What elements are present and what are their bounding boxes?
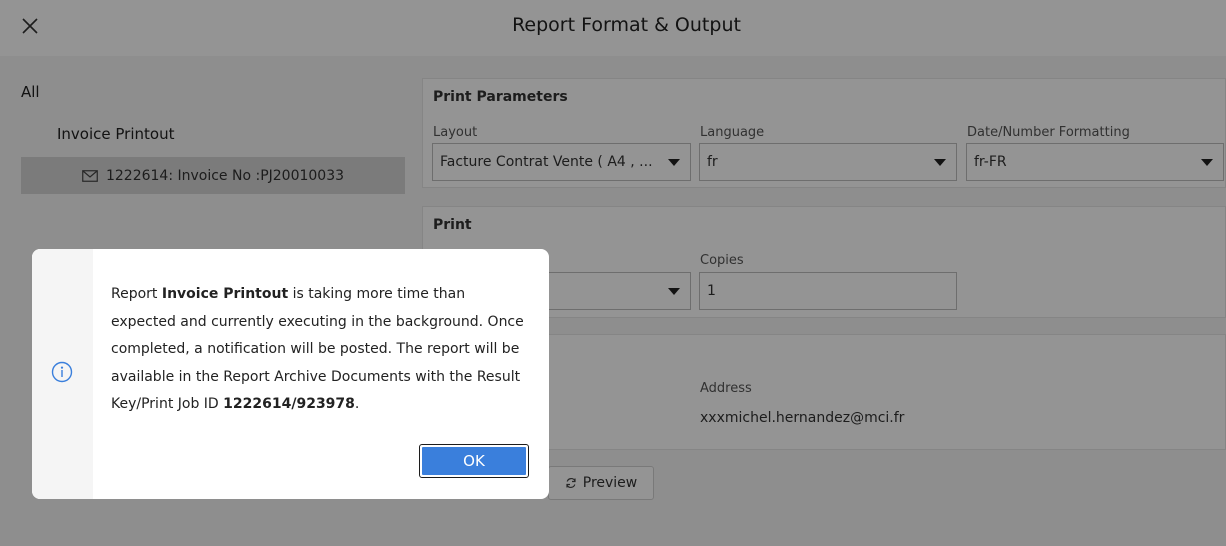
dialog-report-name: Invoice Printout <box>161 286 289 302</box>
dialog-message: Report Invoice Printout is taking more t… <box>111 286 524 412</box>
background-execution-dialog: Report Invoice Printout is taking more t… <box>32 249 549 499</box>
info-icon <box>51 361 73 383</box>
ok-button[interactable]: OK <box>419 444 529 478</box>
dialog-job-id: 1222614/923978 <box>223 396 355 412</box>
ok-button-label: OK <box>422 447 526 475</box>
